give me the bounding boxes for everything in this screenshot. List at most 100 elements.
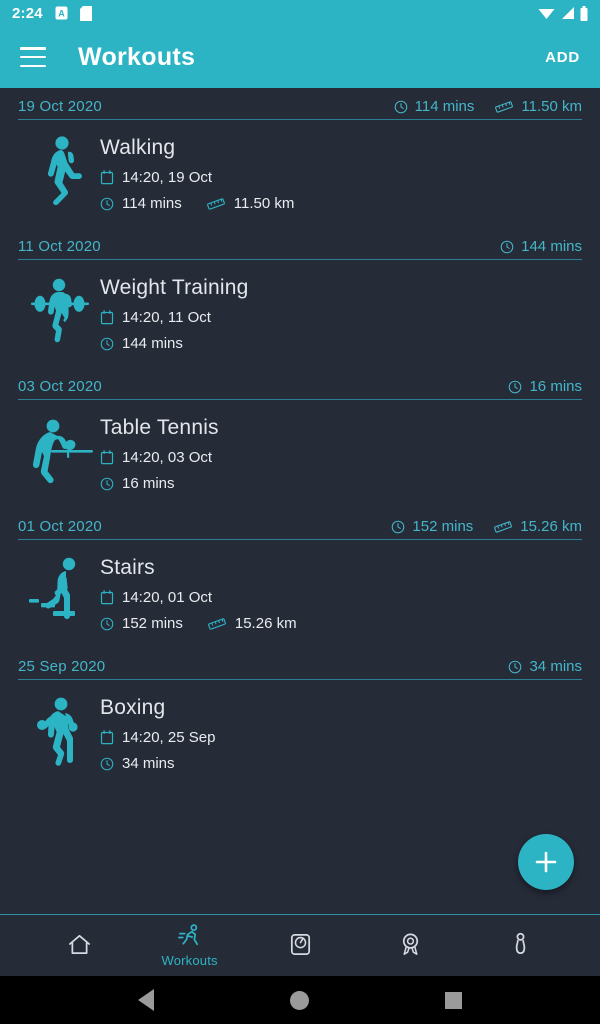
clock-icon	[500, 240, 514, 253]
group-duration: 144 mins	[500, 238, 582, 255]
group-duration: 34 mins	[508, 658, 582, 675]
workout-datetime-line: 14:20, 25 Sep	[100, 729, 215, 746]
group-header: 25 Sep 2020 34 mins	[18, 648, 582, 680]
clock-icon	[392, 520, 405, 533]
workout-duration: 144 mins	[100, 335, 183, 352]
workout-duration: 16 mins	[100, 475, 175, 492]
workout-name: Stairs	[100, 556, 155, 579]
group-distance: 15.26 km	[493, 518, 582, 535]
group-stats: 16 mins	[508, 378, 582, 395]
battery-icon	[580, 5, 588, 21]
workout-name: Weight Training	[100, 276, 249, 299]
add-workout-button[interactable]: ADD	[545, 49, 580, 66]
workout-stats-line: 152 mins 15.26 km	[100, 615, 297, 632]
workout-list[interactable]: 19 Oct 2020 114 mins 11.50 km Walking 14…	[0, 88, 600, 914]
workout-datetime-text: 14:20, 25 Sep	[122, 729, 216, 746]
group-duration-text: 34 mins	[529, 658, 582, 675]
workout-list-item[interactable]: Weight Training 14:20, 11 Oct 144 mins	[0, 260, 600, 368]
workout-info: Stairs 14:20, 01 Oct 152 mins 15.26 km	[100, 552, 297, 632]
workout-stats-line: 144 mins	[100, 335, 249, 352]
ruler-icon	[495, 100, 514, 113]
clock-icon	[509, 380, 522, 393]
workout-stats-line: 34 mins	[100, 755, 215, 772]
calendar-icon	[100, 310, 114, 325]
add-workout-fab[interactable]	[518, 834, 574, 890]
nav-item-home[interactable]	[24, 915, 134, 976]
workout-list-item[interactable]: Walking 14:20, 19 Oct 114 mins 11.50 km	[0, 120, 600, 228]
nav-item-awards[interactable]	[355, 915, 465, 976]
group-date: 25 Sep 2020	[18, 658, 106, 675]
workout-list-item[interactable]: Stairs 14:20, 01 Oct 152 mins 15.26 km	[0, 540, 600, 648]
calendar-icon	[100, 450, 114, 465]
workout-list-item[interactable]: Table Tennis 14:20, 03 Oct 16 mins	[0, 400, 600, 508]
group-header: 01 Oct 2020 152 mins 15.26 km	[18, 508, 582, 540]
status-bar-right	[538, 5, 588, 21]
workout-group: 19 Oct 2020 114 mins 11.50 km Walking 14…	[0, 88, 600, 228]
workout-datetime: 14:20, 11 Oct	[100, 309, 211, 326]
plus-icon	[535, 851, 557, 873]
nav-label-workouts: Workouts	[161, 953, 218, 968]
group-duration-text: 144 mins	[521, 238, 582, 255]
workout-name: Boxing	[100, 696, 166, 719]
ruler-icon	[207, 617, 226, 630]
workout-group: 03 Oct 2020 16 mins Table Tennis 14:20, …	[0, 368, 600, 508]
android-system-nav	[0, 976, 600, 1024]
workout-distance-text: 15.26 km	[234, 615, 297, 632]
status-bar: 2:24 A	[0, 0, 600, 26]
group-date: 11 Oct 2020	[18, 238, 101, 255]
table-tennis-icon	[18, 412, 100, 488]
nav-item-profile[interactable]	[466, 915, 576, 976]
boxer-icon	[18, 692, 100, 768]
workout-stats-line: 16 mins	[100, 475, 219, 492]
nav-item-workouts[interactable]: Workouts	[134, 915, 244, 976]
workout-distance-text: 11.50 km	[233, 195, 295, 212]
group-header: 19 Oct 2020 114 mins 11.50 km	[18, 88, 582, 120]
group-date: 01 Oct 2020	[18, 518, 102, 535]
workout-datetime-text: 14:20, 11 Oct	[122, 309, 211, 326]
workout-info: Walking 14:20, 19 Oct 114 mins 11.50 km	[100, 132, 294, 212]
workout-list-item[interactable]: Boxing 14:20, 25 Sep 34 mins	[0, 680, 600, 788]
nav-item-weight[interactable]	[245, 915, 355, 976]
workout-datetime: 14:20, 03 Oct	[100, 449, 212, 466]
workout-datetime: 14:20, 01 Oct	[100, 589, 212, 606]
workout-duration-text: 16 mins	[122, 475, 175, 492]
group-header: 03 Oct 2020 16 mins	[18, 368, 582, 400]
weightlifter-icon	[18, 272, 100, 348]
system-back-button[interactable]	[138, 989, 154, 1011]
recents-square-icon	[445, 991, 462, 1009]
profile-person-icon	[516, 932, 526, 954]
group-distance: 11.50 km	[494, 98, 582, 115]
group-stats: 34 mins	[508, 658, 582, 675]
running-person-icon	[178, 924, 199, 946]
group-distance-text: 15.26 km	[520, 518, 582, 535]
group-duration-text: 114 mins	[414, 98, 475, 115]
status-bar-clock: 2:24	[12, 4, 43, 22]
workout-datetime-line: 14:20, 19 Oct	[100, 169, 294, 186]
group-duration-text: 152 mins	[412, 518, 474, 535]
workout-distance: 11.50 km	[206, 195, 295, 212]
clock-icon	[100, 617, 114, 630]
system-recents-button[interactable]	[445, 991, 462, 1009]
system-home-button[interactable]	[290, 990, 309, 1010]
ruler-icon	[206, 197, 225, 210]
workout-datetime: 14:20, 19 Oct	[100, 169, 212, 186]
workout-datetime-text: 14:20, 19 Oct	[122, 169, 213, 186]
calendar-icon	[100, 170, 114, 185]
workout-duration: 114 mins	[100, 195, 182, 212]
ruler-icon	[494, 520, 513, 533]
clock-icon	[100, 337, 114, 350]
workout-info: Weight Training 14:20, 11 Oct 144 mins	[100, 272, 249, 352]
workout-duration-text: 144 mins	[122, 335, 183, 352]
clock-icon	[100, 197, 114, 210]
svg-text:A: A	[58, 9, 65, 19]
workout-duration: 34 mins	[100, 755, 175, 772]
signal-icon	[562, 7, 574, 19]
workout-duration-text: 152 mins	[122, 615, 183, 632]
workout-stats-line: 114 mins 11.50 km	[100, 195, 294, 212]
hamburger-menu-icon[interactable]	[20, 47, 46, 67]
calendar-icon	[100, 590, 114, 605]
clock-icon	[509, 660, 522, 673]
workout-datetime-line: 14:20, 03 Oct	[100, 449, 219, 466]
group-duration: 16 mins	[508, 378, 582, 395]
status-bar-left: 2:24 A	[12, 5, 92, 22]
